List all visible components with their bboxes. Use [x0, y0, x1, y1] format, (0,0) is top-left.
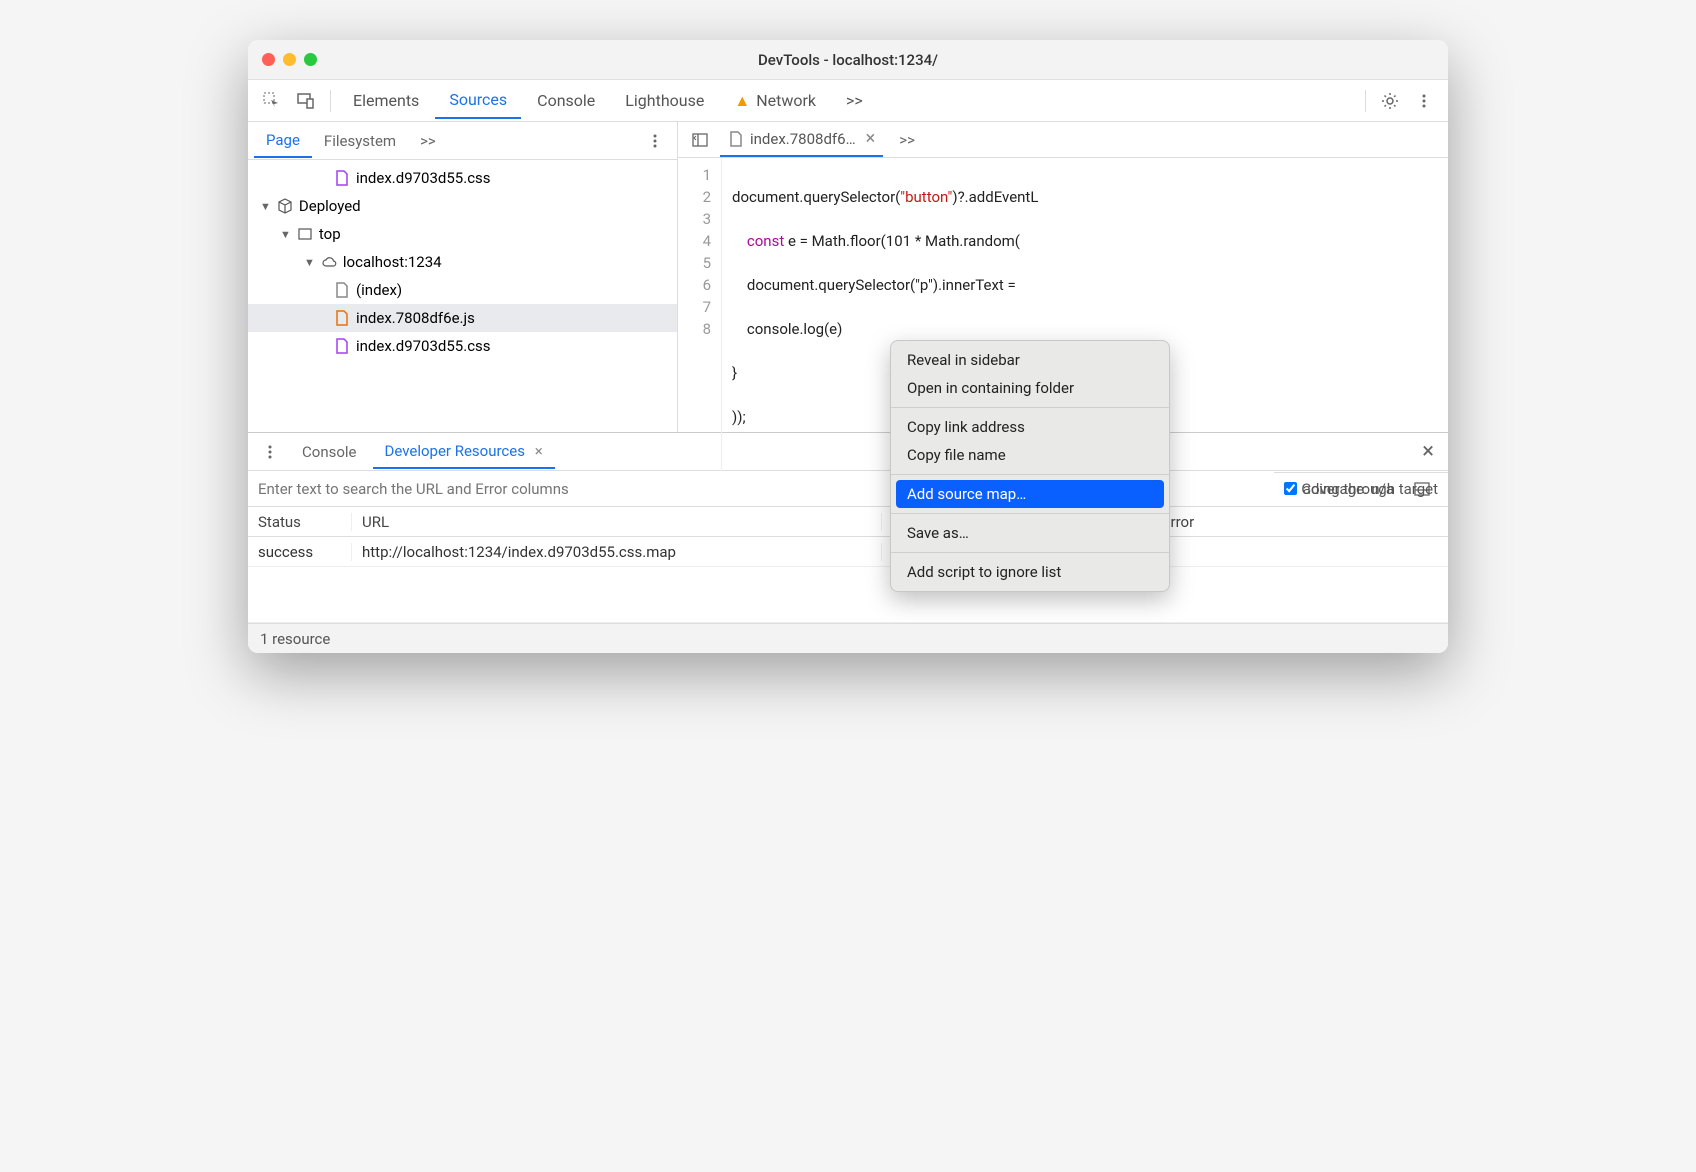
file-icon — [334, 310, 350, 326]
file-icon — [334, 338, 350, 354]
separator — [891, 407, 1169, 408]
sidebar-tab-filesystem[interactable]: Filesystem — [312, 125, 408, 157]
tree-label: (index) — [356, 281, 402, 299]
main-toolbar: Elements Sources Console Lighthouse ▲ Ne… — [248, 80, 1448, 122]
ctx-save-as[interactable]: Save as… — [891, 519, 1169, 547]
file-icon — [728, 131, 744, 147]
tree-item-js[interactable]: index.7808df6e.js — [248, 304, 677, 332]
editor-tabs-overflow[interactable]: >> — [887, 124, 927, 156]
tree-item-top[interactable]: ▼ top — [248, 220, 677, 248]
divider — [1365, 90, 1366, 112]
titlebar: DevTools - localhost:1234/ — [248, 40, 1448, 80]
cloud-icon — [321, 254, 337, 270]
tree-label: index.d9703d55.css — [356, 337, 491, 355]
th-status[interactable]: Status — [248, 513, 352, 531]
checkbox-label: ading through target — [1303, 480, 1438, 498]
th-error[interactable]: Error — [1152, 513, 1448, 531]
separator — [891, 474, 1169, 475]
window-title: DevTools - localhost:1234/ — [248, 51, 1448, 69]
tree-label: index.d9703d55.css — [356, 169, 491, 187]
line-gutter: 1 2 3 4 5 6 7 8 — [678, 158, 722, 472]
separator — [891, 513, 1169, 514]
ctx-copy-link-address[interactable]: Copy link address — [891, 413, 1169, 441]
tree-label: index.7808df6e.js — [356, 309, 475, 327]
sidebar-tabs-overflow[interactable]: >> — [408, 125, 448, 157]
toggle-navigator-icon[interactable] — [684, 124, 716, 156]
ctx-add-source-map[interactable]: Add source map… — [896, 480, 1164, 508]
tab-elements[interactable]: Elements — [339, 83, 433, 118]
sidebar-more-icon[interactable] — [639, 125, 671, 157]
context-menu: Reveal in sidebar Open in containing fol… — [890, 340, 1170, 592]
devtools-window: DevTools - localhost:1234/ Elements Sour… — [248, 40, 1448, 653]
separator — [891, 552, 1169, 553]
navigator-sidebar: Page Filesystem >> index.d9703d55.css ▼ … — [248, 122, 678, 432]
table-row — [248, 567, 1448, 623]
drawer-tab-console[interactable]: Console — [290, 436, 369, 468]
device-icon[interactable] — [290, 85, 322, 117]
editor-tab[interactable]: index.7808df6… × — [720, 122, 883, 157]
file-tree: index.d9703d55.css ▼ Deployed ▼ top ▼ lo… — [248, 160, 677, 432]
tree-item-host[interactable]: ▼ localhost:1234 — [248, 248, 677, 276]
main-area: Page Filesystem >> index.d9703d55.css ▼ … — [248, 122, 1448, 432]
drawer-statusbar: 1 resource — [248, 623, 1448, 653]
td-url: http://localhost:1234/index.d9703d55.css… — [352, 543, 882, 561]
checkbox-input[interactable] — [1284, 482, 1297, 495]
close-drawer-icon[interactable]: × — [1422, 439, 1434, 464]
ctx-reveal-in-sidebar[interactable]: Reveal in sidebar — [891, 346, 1169, 374]
settings-icon[interactable] — [1374, 85, 1406, 117]
tree-label: Deployed — [299, 197, 361, 215]
chevron-down-icon: ▼ — [304, 256, 315, 269]
td-status: success — [248, 543, 352, 561]
sidebar-tab-page[interactable]: Page — [254, 124, 312, 158]
tab-network[interactable]: ▲ Network — [720, 83, 830, 119]
frame-icon — [297, 226, 313, 242]
tab-network-label: Network — [756, 91, 816, 110]
tab-console[interactable]: Console — [523, 83, 609, 118]
file-icon — [334, 170, 350, 186]
tree-label: localhost:1234 — [343, 253, 442, 271]
more-icon[interactable] — [1408, 85, 1440, 117]
inspect-icon[interactable] — [256, 85, 288, 117]
tree-label: top — [319, 225, 341, 243]
chevron-down-icon: ▼ — [280, 228, 291, 241]
tab-sources[interactable]: Sources — [435, 82, 521, 119]
chevron-down-icon: ▼ — [260, 200, 271, 213]
tree-item-css2[interactable]: index.d9703d55.css — [248, 332, 677, 360]
tabs-overflow[interactable]: >> — [832, 83, 877, 118]
drawer-more-icon[interactable] — [254, 436, 286, 468]
editor-tabs: index.7808df6… × >> — [678, 122, 1448, 158]
ctx-open-containing-folder[interactable]: Open in containing folder — [891, 374, 1169, 402]
table-header: Status URL http://lo… 356 Error — [248, 507, 1448, 537]
sidebar-tabs: Page Filesystem >> — [248, 122, 677, 160]
resources-table: Status URL http://lo… 356 Error success … — [248, 507, 1448, 623]
tree-item-index[interactable]: (index) — [248, 276, 677, 304]
resource-count: 1 resource — [260, 630, 330, 648]
warning-icon: ▲ — [734, 91, 750, 111]
cube-icon — [277, 198, 293, 214]
editor-tab-label: index.7808df6… — [750, 130, 856, 148]
file-icon — [334, 282, 350, 298]
ctx-copy-file-name[interactable]: Copy file name — [891, 441, 1169, 469]
close-tab-icon[interactable]: × — [866, 128, 876, 149]
table-row[interactable]: success http://localhost:1234/index.d970… — [248, 537, 1448, 567]
filter-row: ading through target — [248, 471, 1448, 507]
divider — [330, 90, 331, 112]
tree-item-css[interactable]: index.d9703d55.css — [248, 164, 677, 192]
load-through-target-checkbox[interactable]: ading through target — [1274, 480, 1448, 498]
ctx-add-script-ignore[interactable]: Add script to ignore list — [891, 558, 1169, 586]
th-url[interactable]: URL — [352, 513, 882, 531]
tab-lighthouse[interactable]: Lighthouse — [611, 83, 718, 118]
drawer-tab-developer-resources[interactable]: Developer Resources × — [373, 435, 555, 469]
tree-item-deployed[interactable]: ▼ Deployed — [248, 192, 677, 220]
close-tab-icon[interactable]: × — [535, 442, 543, 460]
drawer-tab-label: Developer Resources — [385, 442, 525, 460]
